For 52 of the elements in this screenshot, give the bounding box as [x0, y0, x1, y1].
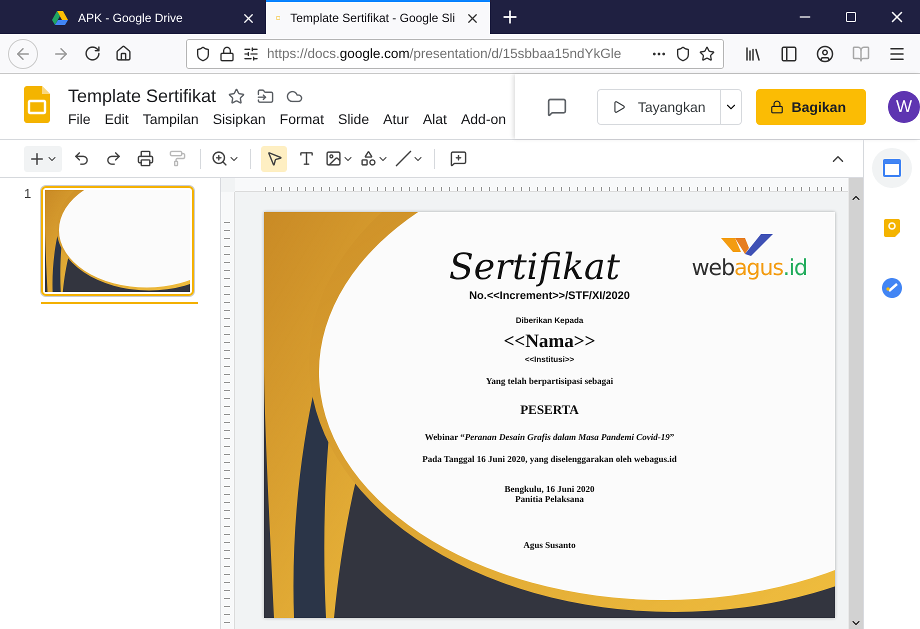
menu-item[interactable]: Add-on [460, 111, 506, 127]
menu-item[interactable]: Sisipkan [212, 111, 266, 127]
role-text: PESERTA [520, 402, 579, 418]
play-icon [612, 100, 626, 114]
menu-item[interactable]: Atur [383, 111, 409, 127]
document-title[interactable]: Template Sertifikat [68, 86, 216, 107]
menu-item[interactable]: Slide [338, 111, 370, 127]
shield-icon[interactable] [195, 46, 211, 62]
menu-item[interactable]: File [68, 111, 91, 127]
calendar-icon[interactable] [872, 148, 912, 188]
lock-icon [770, 100, 784, 114]
share-button[interactable]: Bagikan [756, 88, 866, 124]
certificate-number: No.<<Increment>>/STF/XI/2020 [469, 290, 630, 302]
sliders-icon[interactable] [243, 46, 259, 62]
signer-name: Agus Susanto [523, 540, 576, 550]
menu-item[interactable]: Format [280, 111, 324, 127]
menu-item[interactable]: Alat [422, 111, 447, 127]
comment-icon[interactable] [546, 96, 567, 116]
pointer-tool[interactable] [261, 146, 287, 172]
certificate-title: Sertifikat [449, 250, 620, 286]
reload-icon[interactable] [84, 45, 101, 62]
browser-tab[interactable]: APK - Google Drive [42, 0, 266, 34]
slide-number: 1 [24, 186, 32, 201]
user-avatar[interactable]: W [888, 90, 920, 122]
library-icon[interactable] [744, 44, 762, 62]
sidebar-icon[interactable] [780, 44, 798, 62]
new-slide-button[interactable] [24, 146, 62, 172]
committee-text: Panitia Pelaksana [515, 494, 584, 504]
event-text: Webinar “Peranan Desain Grafis dalam Masa Pandemi Covid-19” [424, 432, 674, 442]
home-icon[interactable] [115, 45, 132, 62]
browser-tab[interactable]: Template Sertifikat - Google Sli [266, 0, 490, 34]
date-text: Pada Tanggal 16 Juni 2020, yang diselenggarakan oleh webagus.id [422, 454, 677, 464]
slide-thumbnail[interactable] [41, 186, 194, 296]
drive-icon [52, 11, 68, 25]
scrollbar[interactable] [848, 178, 863, 629]
back-icon[interactable] [8, 38, 38, 68]
recipient-name: <<Nama>> [504, 331, 596, 353]
given-to-label: Diberikan Kepada [516, 316, 584, 325]
institution-text: <<Institusi>> [524, 355, 574, 364]
menu-item[interactable]: Tampilan [142, 111, 199, 127]
star-icon[interactable] [699, 46, 715, 62]
lock-icon[interactable] [219, 46, 235, 62]
account-icon[interactable] [816, 44, 834, 62]
logo-text: webagus.id [692, 256, 807, 281]
pointer-icon [266, 150, 282, 167]
participation-text: Yang telah berpartisipasi sebagai [486, 376, 614, 386]
menu-item[interactable]: Edit [104, 111, 129, 127]
place-date-text: Bengkulu, 16 Juni 2020 [504, 484, 595, 494]
address-bar[interactable]: https://docs.google.com/presentation/d/15sbbaa15ndYkGle [186, 38, 724, 68]
folder-icon[interactable] [257, 88, 274, 105]
star-icon[interactable] [228, 88, 246, 105]
cloud-icon[interactable] [286, 88, 304, 105]
